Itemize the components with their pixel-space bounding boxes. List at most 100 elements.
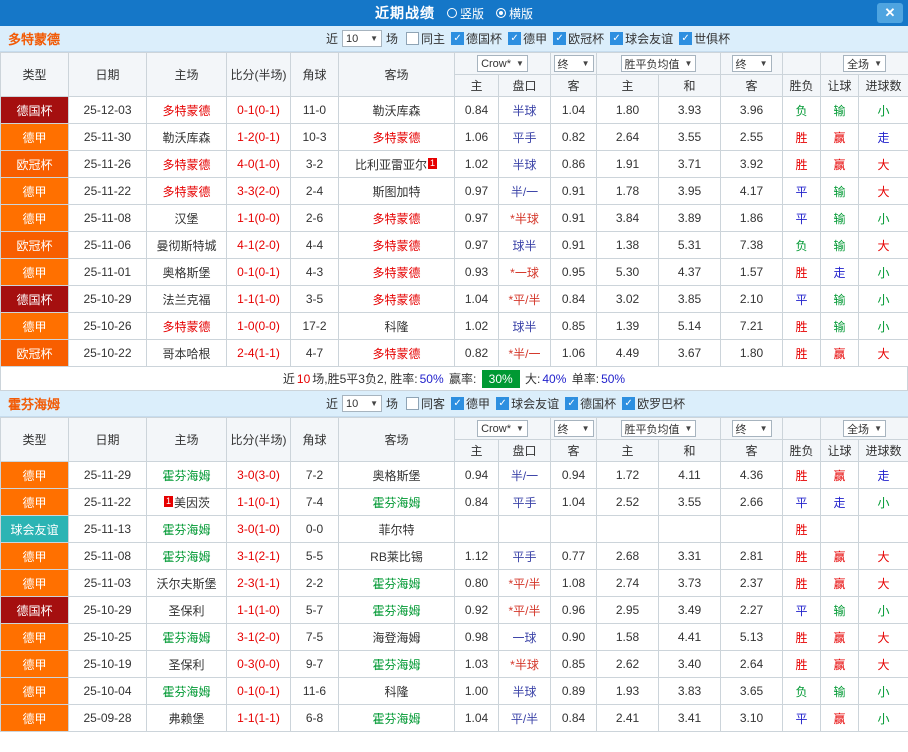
fullmatch-select[interactable]: 全场 ▼ [843,420,886,437]
match-date: 25-10-26 [68,312,147,340]
header-bookmaker: Crow* ▼ [454,52,551,75]
filter-checkbox-同主[interactable]: 同主 [406,30,445,47]
result-handicap: 输 [820,285,860,313]
result-handicap: 赢 [820,569,860,597]
chevron-down-icon: ▼ [581,59,590,68]
result-outcome: 平 [782,704,822,732]
match-row: 德甲 25-10-26 多特蒙德 1-0(0-0) 17-2 科隆 1.02 球半 0.85 1.… [0,312,908,340]
odds-draw: 3.73 [657,569,722,597]
team-label: 海登海姆 [372,630,421,645]
filter-checkbox-德国杯[interactable]: ✓ 德国杯 [565,395,616,412]
layout-option-horizontal[interactable]: 横版 [496,5,533,22]
competition-badge: 德甲 [0,677,69,705]
odds-average-select[interactable]: 胜平负均值 ▼ [620,55,697,72]
radio-checked-icon[interactable] [496,8,506,18]
col-goals-result: 进球数 [858,74,908,97]
final-odds-select-2[interactable]: 终 ▼ [731,420,772,437]
filter-checkbox-世俱杯[interactable]: ✓ 世俱杯 [679,30,730,47]
filter-checkbox-德甲[interactable]: ✓ 德甲 [451,395,490,412]
layout-option-vertical[interactable]: 竖版 [446,5,484,22]
odds-draw: 4.37 [657,258,722,286]
checkbox-icon[interactable]: ✓ [679,32,693,45]
matches-table: 类型 日期 主场 比分(半场) 角球 客场 Crow* ▼ 终 ▼ 胜平负均值 ▼ 终… [0,417,908,732]
handicap-away-odds: 1.06 [550,339,597,367]
odds-home-win: 3.84 [596,204,659,232]
checkbox-icon[interactable] [406,397,420,410]
filter-checkbox-德甲[interactable]: ✓ 德甲 [508,30,547,47]
checkbox-icon[interactable]: ✓ [508,32,522,45]
checkbox-icon[interactable]: ✓ [496,397,510,410]
chevron-down-icon: ▼ [874,59,882,68]
col-handicap-result: 让球 [820,74,860,97]
match-count-select[interactable]: 10 ▼ [342,30,383,47]
checkbox-icon[interactable]: ✓ [553,32,567,45]
team-label: 多特蒙德 [162,157,211,172]
filter-checkbox-德国杯[interactable]: ✓ 德国杯 [451,30,502,47]
checkbox-icon[interactable]: ✓ [610,32,624,45]
home-team-cell: 曼彻斯特城 [146,231,227,259]
team-label: 法兰克福 [162,292,211,307]
summary-part: 单率: [568,372,600,386]
team-label: 曼彻斯特城 [156,238,217,253]
competition-badge: 德甲 [0,312,69,340]
filter-checkbox-欧冠杯[interactable]: ✓ 欧冠杯 [553,30,604,47]
col-away: 客场 [338,52,455,97]
radio-unchecked-icon[interactable] [446,8,457,18]
handicap-home-odds: 0.93 [454,258,499,286]
filter-checkbox-球会友谊[interactable]: ✓ 球会友谊 [610,30,673,47]
result-handicap: 赢 [820,461,860,489]
handicap-away-odds: 1.04 [550,96,597,124]
home-team-cell: 圣保利 [146,650,227,678]
match-count-select[interactable]: 10 ▼ [342,395,383,412]
handicap-home-odds: 1.03 [454,650,499,678]
checkbox-icon[interactable]: ✓ [622,397,636,410]
checkbox-icon[interactable] [406,32,420,45]
competition-badge: 德国杯 [0,96,69,124]
bookmaker-select[interactable]: Crow* ▼ [477,55,528,72]
handicap-home-odds: 0.80 [454,569,499,597]
match-date: 25-11-01 [68,258,147,286]
corner-score: 6-8 [290,704,339,732]
col-ah-line: 盘口 [498,74,551,97]
result-handicap: 输 [820,231,860,259]
matches-body: 德国杯 25-12-03 多特蒙德 0-1(0-1) 11-0 勒沃库森 0.84 半球 1.0… [0,96,908,367]
col-odds-away: 客 [720,74,784,97]
corner-score: 4-3 [290,258,339,286]
chevron-down-icon: ▼ [759,59,768,68]
match-score: 0-1(0-1) [226,677,291,705]
final-odds-select-2[interactable]: 终 ▼ [731,55,772,72]
filter-checkbox-同客[interactable]: 同客 [406,395,445,412]
final-odds-select-1[interactable]: 终 ▼ [553,55,594,72]
checkbox-icon[interactable]: ✓ [451,397,465,410]
col-ah-home: 主 [454,439,499,462]
checkbox-icon[interactable]: ✓ [451,32,465,45]
checkbox-icon[interactable]: ✓ [565,397,579,410]
odds-away-win: 3.10 [720,704,784,732]
dialog-title: 近期战绩 [374,5,435,21]
final-odds-select-1[interactable]: 终 ▼ [553,420,594,437]
home-team-cell: 多特蒙德 [146,177,227,205]
result-outcome: 负 [782,96,822,124]
handicap-away-odds: 0.85 [550,650,597,678]
result-outcome: 负 [782,677,822,705]
odds-away-win: 7.38 [720,231,784,259]
handicap-line: 球半 [498,312,551,340]
team-section-dortmund: 多特蒙德 近 10 ▼ 场 同主 ✓ 德国杯 ✓ 德甲 ✓ 欧冠杯 ✓ 球会友谊 ✓ 世俱杯 类型 日… [0,26,908,391]
fullmatch-select[interactable]: 全场 ▼ [843,55,886,72]
away-team-cell: 霍芬海姆 [338,650,455,678]
odds-away-win: 1.86 [720,204,784,232]
home-team-cell: 1 美因茨 [146,488,227,516]
result-outcome: 负 [782,231,822,259]
header-avg: 胜平负均值 ▼ [595,52,722,75]
match-date: 25-11-08 [68,204,147,232]
odds-draw: 3.83 [657,677,722,705]
filter-checkbox-欧罗巴杯[interactable]: ✓ 欧罗巴杯 [622,395,685,412]
match-date: 25-10-19 [68,650,147,678]
odds-average-select[interactable]: 胜平负均值 ▼ [620,420,697,437]
result-handicap [820,515,860,543]
col-home: 主场 [146,52,227,97]
filter-checkbox-球会友谊[interactable]: ✓ 球会友谊 [496,395,559,412]
close-button[interactable]: ✕ [877,3,903,23]
result-handicap: 赢 [820,542,860,570]
bookmaker-select[interactable]: Crow* ▼ [477,420,528,437]
